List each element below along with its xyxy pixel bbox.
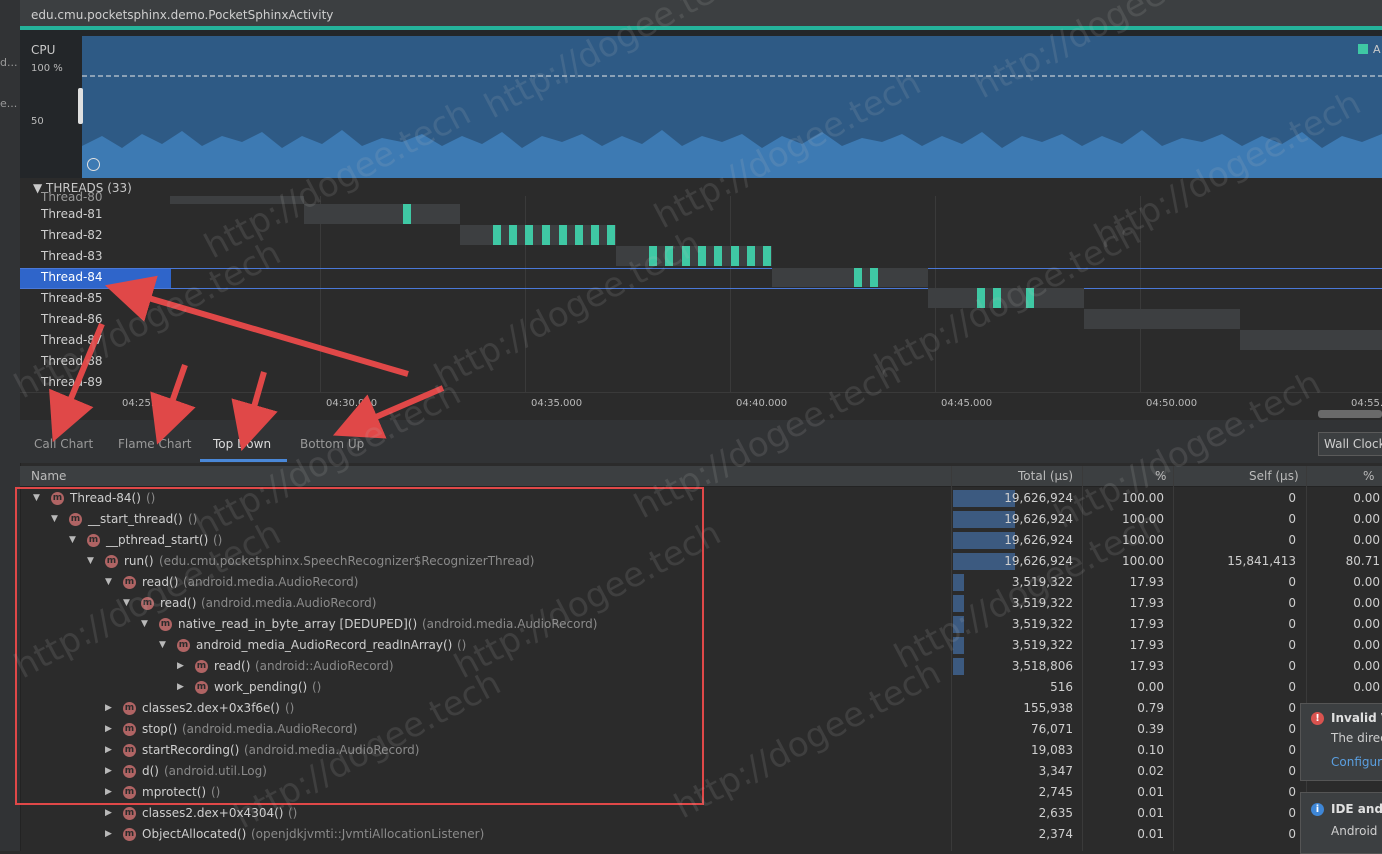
error-icon: !: [1311, 712, 1324, 725]
notification-ide[interactable]: i IDE and Android: [1300, 792, 1382, 854]
notification-title: IDE and: [1331, 802, 1382, 816]
notification-configure-link[interactable]: Configur: [1331, 755, 1382, 769]
notification-text: Android: [1331, 824, 1378, 838]
annotation-arrow: [231, 371, 278, 452]
notification-title: Invalid V: [1331, 711, 1382, 725]
notification-text: The direc: [1331, 731, 1382, 745]
annotation-arrow: [150, 364, 196, 445]
annotation-arrow: [332, 385, 445, 439]
annotation-arrow: [49, 322, 105, 443]
annotation-arrows: [49, 275, 445, 452]
annotation-arrow: [104, 275, 409, 377]
notification-invalid[interactable]: ! Invalid V The direc Configur: [1300, 703, 1382, 781]
info-icon: i: [1311, 803, 1324, 816]
